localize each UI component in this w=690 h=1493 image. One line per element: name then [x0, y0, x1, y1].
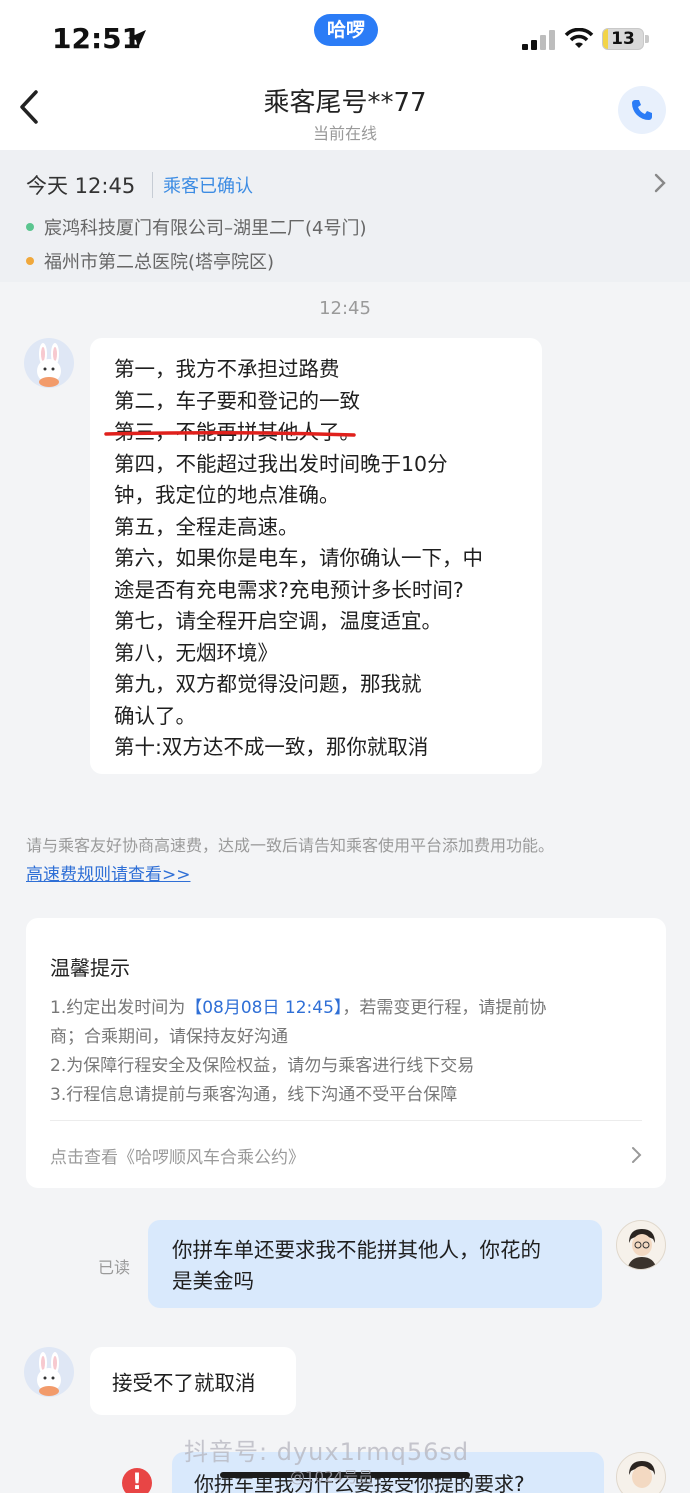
- rule-line: 第二，车子要和登记的一致: [114, 388, 360, 413]
- driver-message-line: 你拼车单还要求我不能拼其他人，你花的: [172, 1238, 541, 1262]
- origin-dot-icon: [26, 223, 34, 231]
- rabbit-avatar-icon: [37, 1352, 61, 1396]
- carpool-agreement-link[interactable]: 点击查看《哈啰顺风车合乘公约》: [50, 1143, 305, 1168]
- rule-line: 第八，无烟环境》: [114, 640, 278, 665]
- rabbit-avatar-icon: [37, 343, 61, 387]
- tips-line-3: 3.行程信息请提前与乘客沟通，线下沟通不受平台保障: [50, 1085, 458, 1105]
- trip-origin: 宸鸿科技厦门有限公司–湖里二厂(4号门): [26, 214, 367, 240]
- rule-line: 确认了。: [114, 703, 196, 728]
- rule-line: 第九，双方都觉得没问题，那我就: [114, 672, 422, 696]
- app-badge[interactable]: 哈啰: [314, 14, 378, 46]
- cellular-signal-icon: [522, 30, 555, 50]
- tips-line-1-suffix: ，若需变更行程，请提前协: [342, 998, 547, 1018]
- chat-header: 乘客尾号**77 当前在线: [0, 70, 690, 150]
- rule-line: 第十:双方达不成一致，那你就取消: [114, 735, 429, 759]
- tips-line-1-prefix: 1.约定出发时间为: [50, 998, 186, 1018]
- departure-time-highlight: 【08月08日 12:45】: [185, 998, 343, 1018]
- passenger-rules-message[interactable]: 第一，我方不承担过路费 第二，车子要和登记的一致 第三，不能再拼其他人了。 第四…: [90, 338, 542, 774]
- rule-line: 第一，我方不承担过路费: [114, 357, 340, 381]
- passenger-avatar[interactable]: [24, 1347, 74, 1397]
- tips-line-2: 2.为保障行程安全及保险权益，请勿与乘客进行线下交易: [50, 1056, 475, 1076]
- person-avatar-icon: [629, 1461, 655, 1488]
- driver-message-line: 是美金吗: [172, 1269, 254, 1293]
- rule-line: 途是否有充电需求?充电预计多长时间?: [114, 577, 464, 602]
- driver-avatar[interactable]: [616, 1220, 666, 1270]
- message-timestamp: 12:45: [319, 298, 371, 319]
- status-bar: 12:51 哈啰 13: [0, 0, 690, 70]
- tips-line-1-cont: 商；合乘期间，请保持友好沟通: [50, 1027, 288, 1047]
- battery-cap: [645, 35, 649, 43]
- tips-card: 温馨提示 1.约定出发时间为【08月08日 12:45】，若需变更行程，请提前协…: [26, 918, 666, 1188]
- toll-notice: 请与乘客友好协商高速费，达成一致后请告知乘客使用平台添加费用功能。: [26, 836, 555, 855]
- online-status: 当前在线: [312, 124, 377, 143]
- page-title: 乘客尾号**77: [263, 88, 427, 118]
- location-arrow-icon: [128, 30, 146, 48]
- phone-icon: [632, 100, 652, 120]
- battery-level: 13: [611, 29, 635, 49]
- passenger-avatar[interactable]: [24, 338, 74, 388]
- driver-message[interactable]: 你拼车单还要求我不能拼其他人，你花的 是美金吗: [148, 1220, 602, 1308]
- tips-line-1: 1.约定出发时间为【08月08日 12:45】，若需变更行程，请提前协: [50, 993, 546, 1018]
- destination-label: 福州市第二总医院(塔亭院区): [44, 252, 275, 273]
- person-avatar-icon: [627, 1229, 657, 1269]
- trip-destination: 福州市第二总医院(塔亭院区): [26, 248, 274, 274]
- trip-status-badge: 乘客已确认: [152, 172, 253, 198]
- passenger-reply-message[interactable]: 接受不了就取消: [90, 1347, 296, 1415]
- rule-line: 第四，不能超过我出发时间晚于10分: [114, 451, 448, 476]
- divider: [50, 1120, 642, 1121]
- rule-line: 第六，如果你是电车，请你确认一下，中: [114, 546, 483, 570]
- rule-line: 钟，我定位的地点准确。: [114, 483, 340, 507]
- battery-icon: 13: [602, 28, 644, 50]
- origin-label: 宸鸿科技厦门有限公司–湖里二厂(4号门): [44, 218, 367, 239]
- red-underline-annotation: [104, 430, 356, 437]
- rule-line: 第七，请全程开启空调，温度适宜。: [114, 609, 442, 633]
- chevron-right-icon[interactable]: [652, 172, 668, 194]
- call-button[interactable]: [618, 86, 666, 134]
- weibo-watermark: @1024号员: [290, 1468, 374, 1486]
- trip-time: 今天 12:45: [26, 174, 136, 198]
- trip-summary-card[interactable]: 今天 12:45 乘客已确认 宸鸿科技厦门有限公司–湖里二厂(4号门) 福州市第…: [0, 150, 690, 282]
- read-receipt: 已读: [98, 1258, 131, 1277]
- rule-line: 第五，全程走高速。: [114, 514, 299, 539]
- wifi-icon: [564, 28, 594, 48]
- chevron-right-icon[interactable]: [630, 1146, 642, 1164]
- tips-title: 温馨提示: [50, 956, 130, 980]
- send-failed-icon[interactable]: !: [122, 1468, 152, 1493]
- destination-dot-icon: [26, 257, 34, 265]
- toll-rules-link[interactable]: 高速费规则请查看>>: [26, 860, 191, 885]
- driver-avatar[interactable]: [616, 1452, 666, 1493]
- douyin-watermark: 抖音号: dyux1rmq56sd: [184, 1438, 470, 1466]
